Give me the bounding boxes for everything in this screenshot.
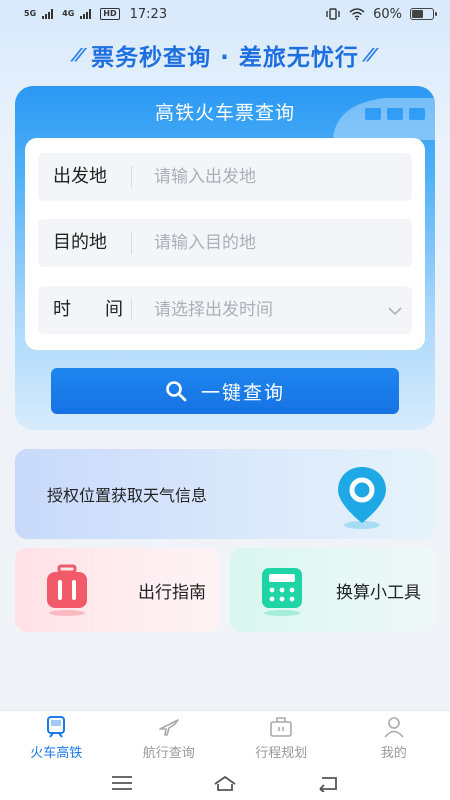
battery-icon [410, 8, 437, 20]
conversion-tools-label: 换算小工具 [336, 582, 421, 603]
departure-label: 出发地 [38, 166, 132, 188]
location-pin-icon [338, 467, 386, 529]
departure-time-row[interactable]: 时 间 [38, 286, 412, 334]
wifi-icon [349, 8, 365, 20]
tab-train-label: 火车高铁 [30, 746, 83, 761]
train-icon [47, 716, 66, 738]
search-button-label: 一键查询 [200, 381, 285, 404]
tab-flight-label: 航行查询 [142, 746, 195, 761]
status-bar: 5G 4G HD 17:23 60% [0, 0, 450, 28]
tab-itinerary-label: 行程规划 [255, 746, 308, 761]
signal-icon [42, 9, 54, 19]
luggage-icon [47, 564, 87, 616]
search-button[interactable]: 一键查询 [51, 368, 399, 414]
hd-badge: HD [100, 8, 120, 20]
vibrate-icon [326, 8, 340, 20]
briefcase-icon [270, 717, 293, 737]
query-card-title: 高铁火车票查询 [154, 102, 295, 124]
time-label-char-1: 时 [53, 299, 71, 320]
ticket-query-card: 高铁火车票查询 出发地 目的地 时 间 一键查询 [15, 86, 435, 430]
bottom-tab-bar: 火车高铁 航行查询 行程规划 我的 [0, 710, 450, 766]
travel-guide-label: 出行指南 [138, 582, 206, 603]
menu-icon[interactable] [110, 774, 134, 792]
tab-itinerary[interactable]: 行程规划 [225, 711, 338, 766]
time-label: 时 间 [38, 299, 132, 321]
time-label-char-2: 间 [105, 299, 123, 320]
destination-label: 目的地 [38, 232, 132, 254]
battery-percent: 60% [373, 6, 402, 22]
slogan-banner: ⁄⁄ 票务秒查询 · 差旅无忧行 ⁄⁄ [0, 38, 450, 72]
tab-profile-label: 我的 [380, 746, 407, 761]
tab-train[interactable]: 火车高铁 [0, 711, 113, 766]
query-form: 出发地 目的地 时 间 [25, 138, 425, 350]
search-icon [166, 381, 187, 402]
departure-row[interactable]: 出发地 [38, 153, 412, 201]
destination-input[interactable] [132, 233, 412, 253]
departure-input[interactable] [132, 167, 412, 187]
weather-location-card[interactable]: 授权位置获取天气信息 [15, 449, 435, 539]
weather-prompt-text: 授权位置获取天气信息 [47, 486, 208, 505]
slogan-text: 票务秒查询 · 差旅无忧行 [91, 45, 359, 71]
travel-guide-card[interactable]: 出行指南 [15, 548, 220, 632]
destination-row[interactable]: 目的地 [38, 219, 412, 267]
system-nav-bar [0, 766, 450, 800]
chevron-down-icon[interactable] [378, 301, 412, 320]
calculator-icon [262, 568, 302, 616]
user-icon [384, 717, 404, 738]
back-icon[interactable] [316, 774, 340, 792]
home-icon[interactable] [213, 774, 237, 792]
clock: 17:23 [129, 6, 168, 22]
network-5g-label: 5G [24, 9, 37, 18]
airplane-icon [158, 719, 179, 736]
network-4g-label: 4G [62, 9, 75, 18]
tab-flight[interactable]: 航行查询 [113, 711, 226, 766]
conversion-tools-card[interactable]: 换算小工具 [230, 548, 435, 632]
wing-right-icon: ⁄⁄ [366, 44, 375, 66]
departure-time-select[interactable] [132, 300, 378, 320]
wing-left-icon: ⁄⁄ [75, 44, 84, 66]
signal-icon-2 [80, 9, 92, 19]
tab-profile[interactable]: 我的 [338, 711, 450, 766]
